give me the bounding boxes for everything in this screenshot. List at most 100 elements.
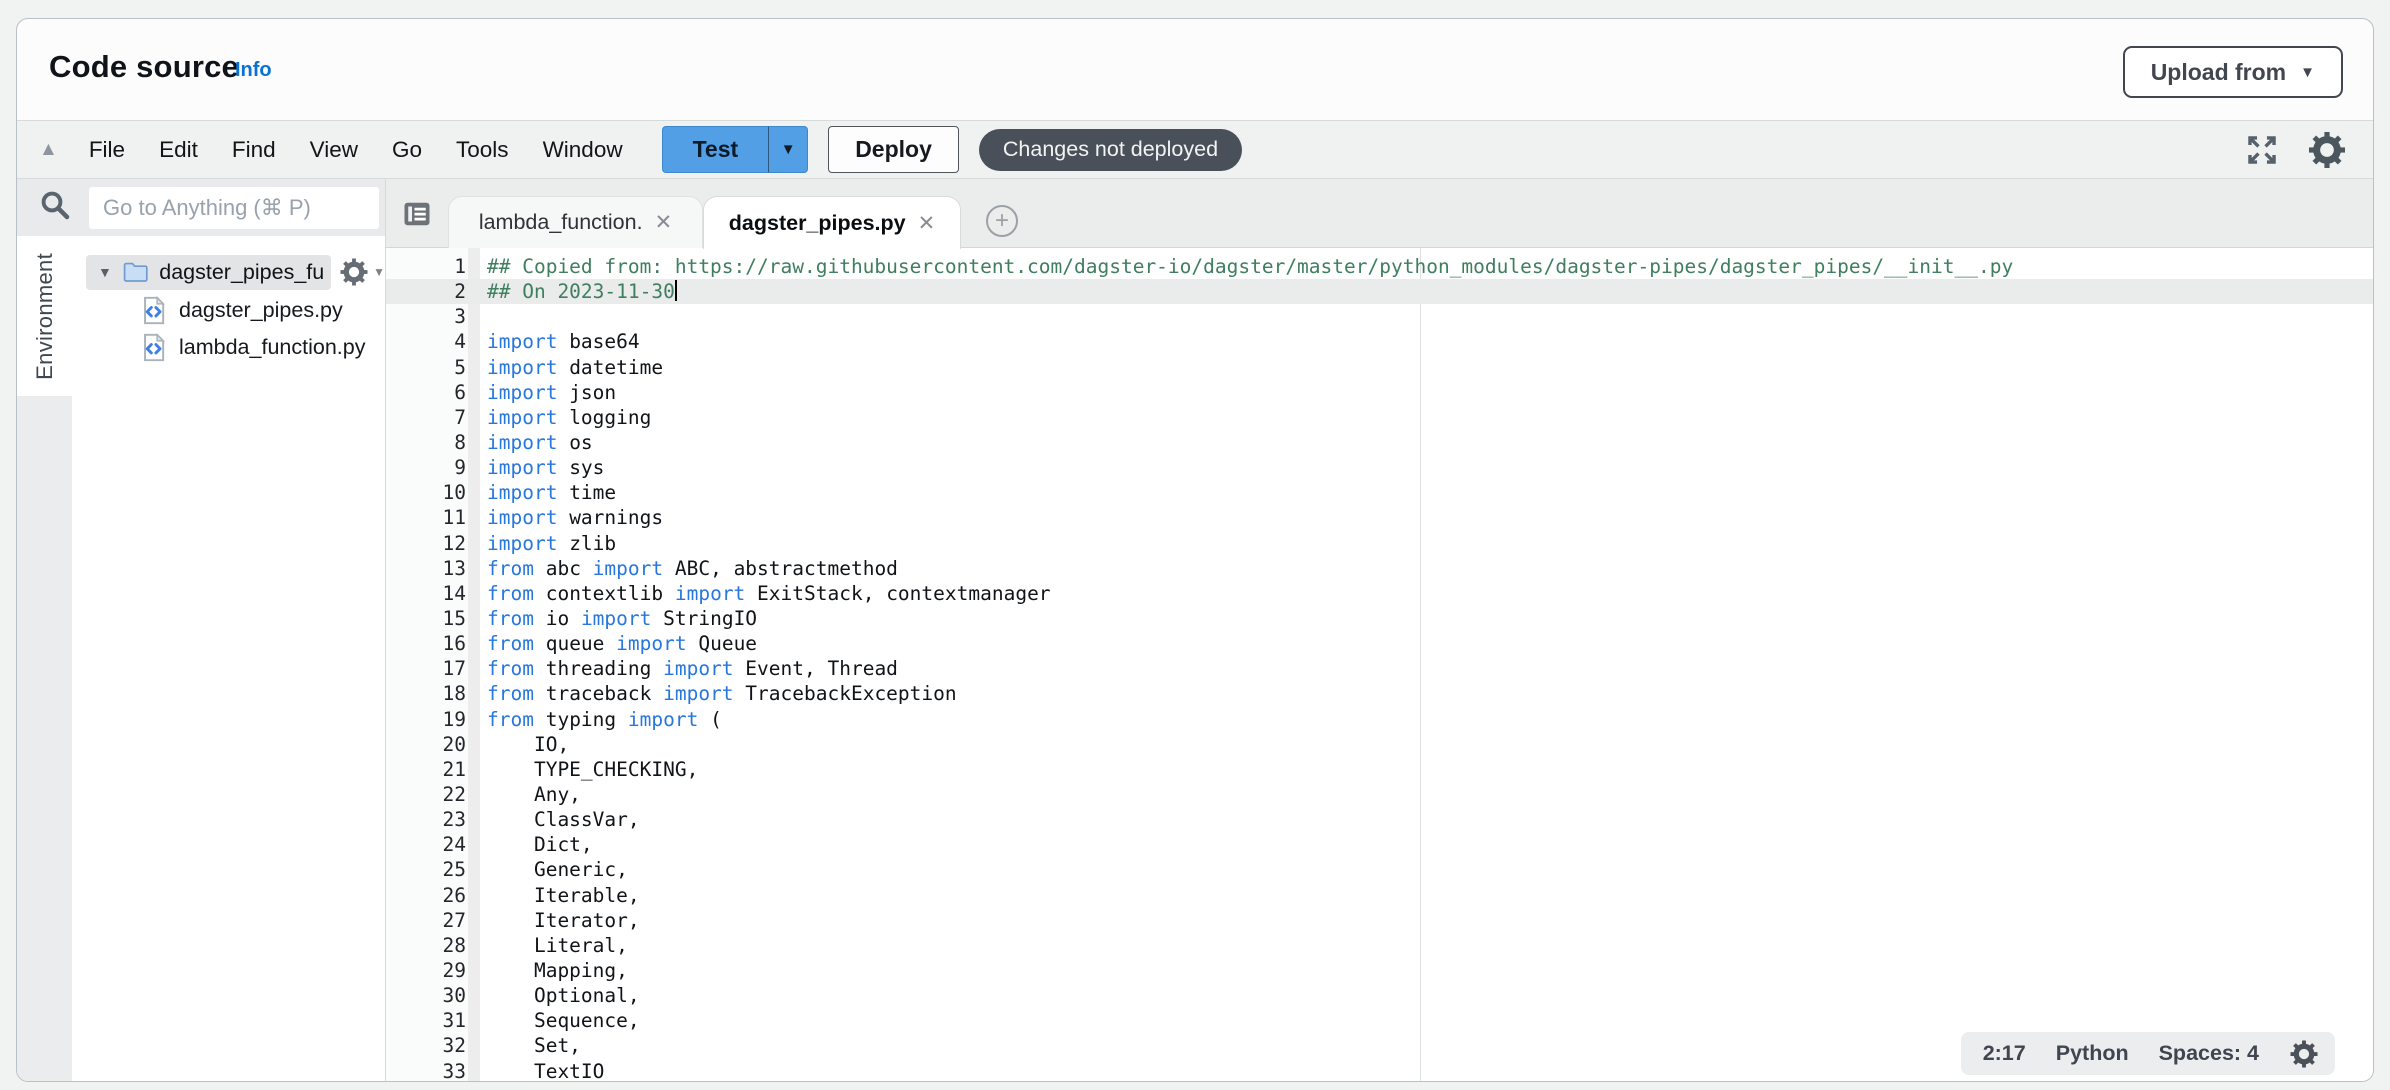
editor-settings-gear-icon[interactable]	[2289, 1039, 2319, 1069]
line-number: 22	[386, 782, 466, 807]
line-number: 10	[386, 480, 466, 505]
code-line-12[interactable]: 12import zlib	[386, 531, 2373, 556]
code-line-14[interactable]: 14from contextlib import ExitStack, cont…	[386, 581, 2373, 606]
line-content: Dict,	[466, 832, 593, 857]
go-to-anything-input[interactable]	[89, 187, 379, 229]
new-tab-plus-icon[interactable]: +	[986, 205, 1018, 237]
tab-close-icon[interactable]: ✕	[918, 211, 936, 236]
folder-settings-gear-icon[interactable]: ▼	[339, 257, 385, 287]
code-line-27[interactable]: 27 Iterator,	[386, 908, 2373, 933]
line-number: 7	[386, 405, 466, 430]
line-number: 33	[386, 1059, 466, 1082]
line-content: Iterable,	[466, 883, 640, 908]
code-line-24[interactable]: 24 Dict,	[386, 832, 2373, 857]
test-button[interactable]: Test	[662, 126, 769, 173]
test-dropdown-caret[interactable]: ▼	[768, 126, 808, 173]
line-number: 2	[386, 279, 466, 304]
code-line-17[interactable]: 17from threading import Event, Thread	[386, 656, 2373, 681]
line-content: from threading import Event, Thread	[466, 656, 898, 681]
fullscreen-icon[interactable]	[2245, 133, 2279, 167]
line-number: 32	[386, 1033, 466, 1058]
python-file-icon	[141, 296, 166, 325]
tab-label: dagster_pipes.py	[729, 211, 906, 236]
tree-folder-row[interactable]: ▼ dagster_pipes_funct ▼	[86, 252, 385, 292]
code-line-19[interactable]: 19from typing import (	[386, 707, 2373, 732]
menu-item-view[interactable]: View	[293, 121, 375, 178]
code-line-3[interactable]: 3	[386, 304, 2373, 329]
code-line-10[interactable]: 10import time	[386, 480, 2373, 505]
code-line-5[interactable]: 5import datetime	[386, 355, 2373, 380]
collapse-panel-icon[interactable]: ▲	[17, 139, 72, 161]
line-number: 15	[386, 606, 466, 631]
code-line-28[interactable]: 28 Literal,	[386, 933, 2373, 958]
code-line-22[interactable]: 22 Any,	[386, 782, 2373, 807]
code-line-4[interactable]: 4import base64	[386, 329, 2373, 354]
code-line-21[interactable]: 21 TYPE_CHECKING,	[386, 757, 2373, 782]
code-line-16[interactable]: 16from queue import Queue	[386, 631, 2373, 656]
menu-item-edit[interactable]: Edit	[142, 121, 215, 178]
line-number: 19	[386, 707, 466, 732]
menu-item-window[interactable]: Window	[526, 121, 640, 178]
code-source-panel: Code source Info Upload from ▼ ▲ FileEdi…	[16, 18, 2374, 1082]
editor-tab-dagster_pipes.py[interactable]: dagster_pipes.py ✕	[703, 196, 961, 249]
tab-close-icon[interactable]: ✕	[655, 210, 673, 235]
indentation-setting[interactable]: Spaces: 4	[2159, 1041, 2259, 1066]
line-content: import logging	[466, 405, 651, 430]
line-number: 4	[386, 329, 466, 354]
line-content: from abc import ABC, abstractmethod	[466, 556, 898, 581]
line-content: Mapping,	[466, 958, 628, 983]
code-line-30[interactable]: 30 Optional,	[386, 983, 2373, 1008]
line-content: import os	[466, 430, 593, 455]
code-line-1[interactable]: 1## Copied from: https://raw.githubuserc…	[386, 254, 2373, 279]
code-line-25[interactable]: 25 Generic,	[386, 857, 2373, 882]
code-editor[interactable]: 1## Copied from: https://raw.githubuserc…	[386, 248, 2373, 1081]
code-line-15[interactable]: 15from io import StringIO	[386, 606, 2373, 631]
line-content: from contextlib import ExitStack, contex…	[466, 581, 1051, 606]
tree-file-lambda_function.py[interactable]: lambda_function.py	[72, 329, 385, 366]
menu-item-go[interactable]: Go	[375, 121, 439, 178]
code-line-13[interactable]: 13from abc import ABC, abstractmethod	[386, 556, 2373, 581]
code-line-8[interactable]: 8import os	[386, 430, 2373, 455]
file-tree: ▼ dagster_pipes_funct ▼ dagster_pipes.py…	[72, 236, 385, 1081]
line-content: Generic,	[466, 857, 628, 882]
test-split-button[interactable]: Test ▼	[662, 126, 809, 173]
code-line-18[interactable]: 18from traceback import TracebackExcepti…	[386, 681, 2373, 706]
line-number: 20	[386, 732, 466, 757]
line-number: 25	[386, 857, 466, 882]
cursor-position[interactable]: 2:17	[1983, 1041, 2026, 1066]
code-line-23[interactable]: 23 ClassVar,	[386, 807, 2373, 832]
search-icon[interactable]	[37, 187, 73, 228]
menu-item-tools[interactable]: Tools	[439, 121, 526, 178]
code-line-20[interactable]: 20 IO,	[386, 732, 2373, 757]
code-line-2[interactable]: 2## On 2023-11-30	[386, 279, 2373, 304]
tree-file-dagster_pipes.py[interactable]: dagster_pipes.py	[72, 292, 385, 329]
upload-from-label: Upload from	[2151, 59, 2286, 86]
menu-item-file[interactable]: File	[72, 121, 142, 178]
code-line-7[interactable]: 7import logging	[386, 405, 2373, 430]
language-mode[interactable]: Python	[2056, 1041, 2129, 1066]
line-content: TextIO	[466, 1059, 604, 1082]
editor-tab-lambda_function[interactable]: lambda_function.✕	[448, 196, 703, 248]
code-line-31[interactable]: 31 Sequence,	[386, 1008, 2373, 1033]
panel-header: Code source Info Upload from ▼	[17, 19, 2373, 120]
folder-pill[interactable]: ▼ dagster_pipes_funct	[86, 255, 331, 290]
code-line-9[interactable]: 9import sys	[386, 455, 2373, 480]
line-content: from io import StringIO	[466, 606, 757, 631]
info-link[interactable]: Info	[235, 59, 272, 82]
settings-gear-icon[interactable]	[2307, 130, 2347, 170]
chevron-down-icon: ▼	[2300, 65, 2315, 80]
upload-from-button[interactable]: Upload from ▼	[2123, 46, 2343, 98]
tab-environment[interactable]: Environment	[17, 236, 72, 396]
changes-not-deployed-badge: Changes not deployed	[979, 129, 1242, 171]
code-line-6[interactable]: 6import json	[386, 380, 2373, 405]
code-line-26[interactable]: 26 Iterable,	[386, 883, 2373, 908]
line-content: ## Copied from: https://raw.githubuserco…	[466, 254, 2013, 279]
line-number: 1	[386, 254, 466, 279]
code-line-11[interactable]: 11import warnings	[386, 505, 2373, 530]
tab-list-icon[interactable]	[402, 200, 432, 233]
code-line-29[interactable]: 29 Mapping,	[386, 958, 2373, 983]
code-lines[interactable]: 1## Copied from: https://raw.githubuserc…	[386, 254, 2373, 1081]
tree-expand-caret-icon[interactable]: ▼	[98, 264, 112, 280]
menu-item-find[interactable]: Find	[215, 121, 293, 178]
deploy-button[interactable]: Deploy	[828, 126, 959, 173]
